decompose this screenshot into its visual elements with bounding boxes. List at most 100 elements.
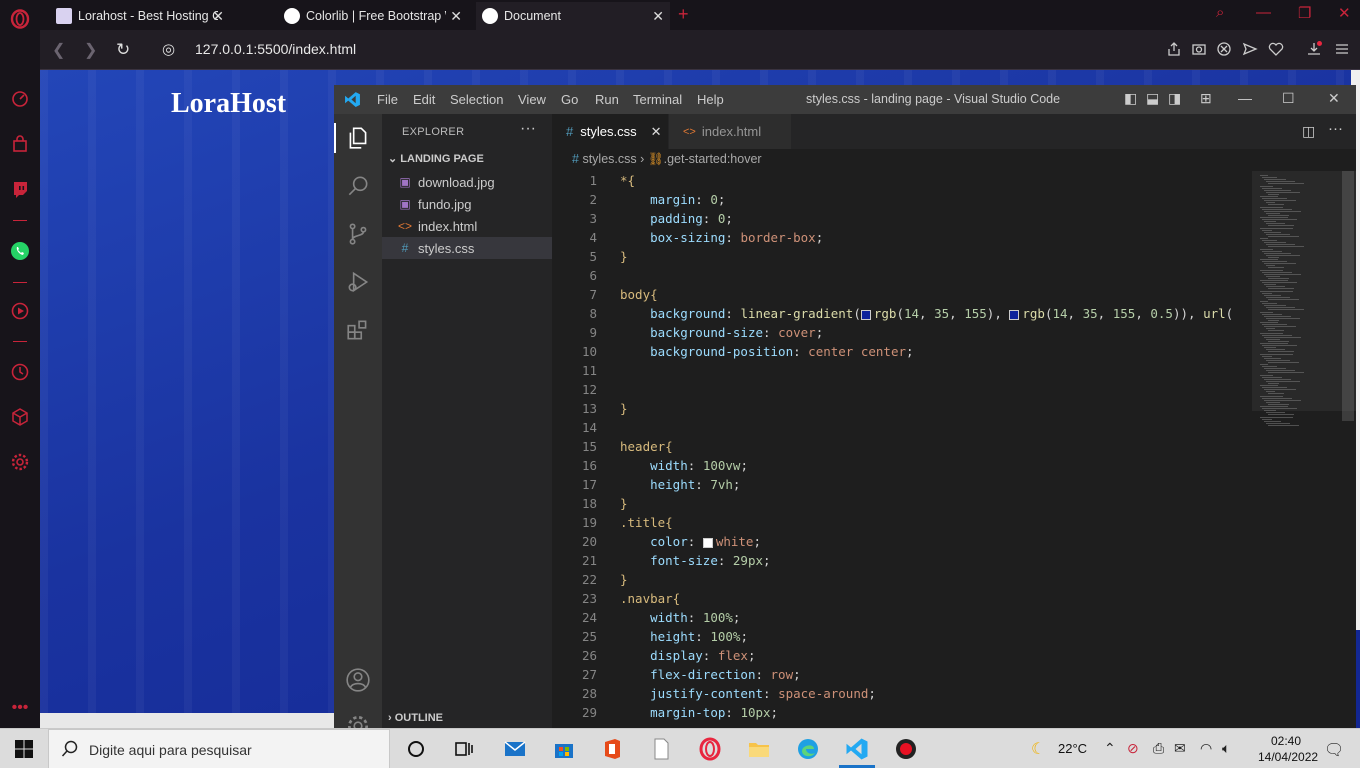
send-icon[interactable] xyxy=(1242,41,1258,57)
volume-icon[interactable]: 🔈︎ xyxy=(1222,740,1230,757)
code-line[interactable]: 25 height: 100%; xyxy=(552,627,1252,646)
share-icon[interactable] xyxy=(1166,41,1182,57)
more-dots-icon[interactable]: ••• xyxy=(9,697,31,719)
code-line[interactable]: 11 xyxy=(552,361,1252,380)
language-icon[interactable]: ✉ xyxy=(1174,740,1186,757)
notepad-icon[interactable] xyxy=(649,737,673,761)
horizontal-scrollbar[interactable] xyxy=(40,713,334,728)
file-item-fundo[interactable]: ▣ fundo.jpg xyxy=(382,193,552,215)
file-item-styles-css[interactable]: # styles.css xyxy=(382,237,552,259)
edge-icon[interactable] xyxy=(796,737,820,761)
settings-gear-icon[interactable] xyxy=(9,451,31,473)
whatsapp-icon[interactable] xyxy=(9,240,31,262)
menu-icon[interactable] xyxy=(1334,41,1350,57)
toggle-sidebar-icon[interactable]: ◧ xyxy=(1124,90,1137,107)
twitch-icon[interactable] xyxy=(9,178,31,200)
close-window-button[interactable]: ✕ xyxy=(1338,4,1351,22)
code-line[interactable]: 14 xyxy=(552,418,1252,437)
moon-weather-icon[interactable]: ☾ xyxy=(1031,739,1045,759)
folder-header[interactable]: ⌄ LANDING PAGE xyxy=(388,152,484,165)
taskbar-search[interactable]: Digite aqui para pesquisar xyxy=(48,729,390,768)
split-editor-icon[interactable]: ◫ xyxy=(1302,123,1315,140)
chevron-up-icon[interactable]: ⌃ xyxy=(1104,740,1116,757)
windows-start-icon[interactable] xyxy=(14,739,34,759)
code-line[interactable]: 19 .title{ xyxy=(552,513,1252,532)
code-line[interactable]: 6 xyxy=(552,266,1252,285)
close-icon[interactable]: ✕ xyxy=(652,8,664,25)
manage-gear-icon[interactable] xyxy=(344,712,372,728)
extensions-icon[interactable] xyxy=(344,316,372,344)
close-icon[interactable]: ✕ xyxy=(651,124,662,140)
code-line[interactable]: 15 header{ xyxy=(552,437,1252,456)
code-line[interactable]: 10 background-position: center center; xyxy=(552,342,1252,361)
code-line[interactable]: 2 margin: 0; xyxy=(552,190,1252,209)
close-window-button[interactable]: ✕ xyxy=(1328,90,1340,107)
code-line[interactable]: 28 justify-content: space-around; xyxy=(552,684,1252,703)
menu-file[interactable]: File xyxy=(377,92,398,107)
search-tabs-icon[interactable]: ⌕ xyxy=(1216,4,1224,21)
site-info-globe-icon[interactable]: ◎ xyxy=(162,40,175,58)
code-line[interactable]: 21 font-size: 29px; xyxy=(552,551,1252,570)
browser-tab[interactable]: Lorahost - Best Hosting Co ✕ xyxy=(50,2,230,30)
code-line[interactable]: 27 flex-direction: row; xyxy=(552,665,1252,684)
mail-icon[interactable] xyxy=(503,737,527,761)
code-line[interactable]: 20 color: white; xyxy=(552,532,1252,551)
outline-section[interactable]: › OUTLINE xyxy=(388,712,443,724)
more-actions-icon[interactable]: ··· xyxy=(1328,120,1343,137)
minimap[interactable] xyxy=(1252,171,1356,728)
code-line[interactable]: 13} xyxy=(552,399,1252,418)
customize-layout-icon[interactable]: ⊞ xyxy=(1200,90,1212,107)
code-line[interactable]: 12 xyxy=(552,380,1252,399)
back-button[interactable]: ❮ xyxy=(52,40,65,60)
history-icon[interactable] xyxy=(9,361,31,383)
breadcrumb-symbol[interactable]: .get-started:hover xyxy=(664,152,762,166)
store-icon[interactable] xyxy=(552,737,576,761)
tab-index-html[interactable]: <> index.html xyxy=(669,114,791,149)
camera-icon[interactable] xyxy=(1191,41,1207,57)
code-line[interactable]: 29 margin-top: 10px; xyxy=(552,703,1252,722)
minimize-button[interactable]: — xyxy=(1256,4,1271,21)
code-line[interactable]: 22} xyxy=(552,570,1252,589)
forward-button[interactable]: ❯ xyxy=(84,40,97,60)
tab-styles-css[interactable]: # styles.css ✕ xyxy=(552,114,668,149)
browser-tab-active[interactable]: Document ✕ xyxy=(476,2,670,30)
file-item-download[interactable]: ▣ download.jpg xyxy=(382,171,552,193)
heart-icon[interactable] xyxy=(1268,41,1284,57)
code-line[interactable]: 8 background: linear-gradient(rgb(14, 35… xyxy=(552,304,1252,323)
speed-dial-icon[interactable] xyxy=(9,88,31,110)
editor-scrollbar[interactable] xyxy=(1342,171,1354,421)
code-line[interactable]: 9 background-size: cover; xyxy=(552,323,1252,342)
menu-view[interactable]: View xyxy=(518,92,546,107)
notifications-icon[interactable]: 🗨︎ xyxy=(1324,740,1344,760)
weather-temperature[interactable]: 22°C xyxy=(1058,741,1087,756)
run-debug-icon[interactable] xyxy=(344,268,372,296)
maximize-button[interactable]: ☐ xyxy=(1282,90,1295,107)
breadcrumb-file[interactable]: styles.css xyxy=(582,152,636,166)
adblock-icon[interactable] xyxy=(1216,41,1232,57)
code-line[interactable]: 24 width: 100%; xyxy=(552,608,1252,627)
device-icon[interactable]: ⎙ xyxy=(1153,740,1164,757)
task-view-icon[interactable] xyxy=(452,737,476,761)
vscode-taskbar-icon[interactable] xyxy=(845,737,869,761)
opera-icon[interactable] xyxy=(698,737,722,761)
restore-button[interactable]: ❐ xyxy=(1298,4,1311,22)
file-explorer-icon[interactable] xyxy=(747,737,771,761)
more-actions-icon[interactable]: ··· xyxy=(520,120,536,138)
extensions-cube-icon[interactable] xyxy=(9,406,31,428)
taskbar-clock[interactable]: 02:40 14/04/2022 xyxy=(1258,733,1318,765)
wifi-icon[interactable]: ◠ xyxy=(1200,740,1212,757)
cortana-icon[interactable] xyxy=(404,737,428,761)
code-line[interactable]: 4 box-sizing: border-box; xyxy=(552,228,1252,247)
explorer-files-icon[interactable] xyxy=(344,124,372,152)
download-icon[interactable] xyxy=(1306,41,1322,57)
code-line[interactable]: 18} xyxy=(552,494,1252,513)
menu-terminal[interactable]: Terminal xyxy=(633,92,682,107)
reload-icon[interactable]: ↻ xyxy=(116,40,130,60)
toggle-secondary-sidebar-icon[interactable]: ◨ xyxy=(1168,90,1181,107)
close-icon[interactable]: ✕ xyxy=(212,8,224,25)
close-icon[interactable]: ✕ xyxy=(450,8,462,25)
code-line[interactable]: 5} xyxy=(552,247,1252,266)
account-icon[interactable] xyxy=(344,666,372,694)
search-icon[interactable] xyxy=(344,172,372,200)
toggle-panel-icon[interactable]: ⬓ xyxy=(1146,90,1159,107)
